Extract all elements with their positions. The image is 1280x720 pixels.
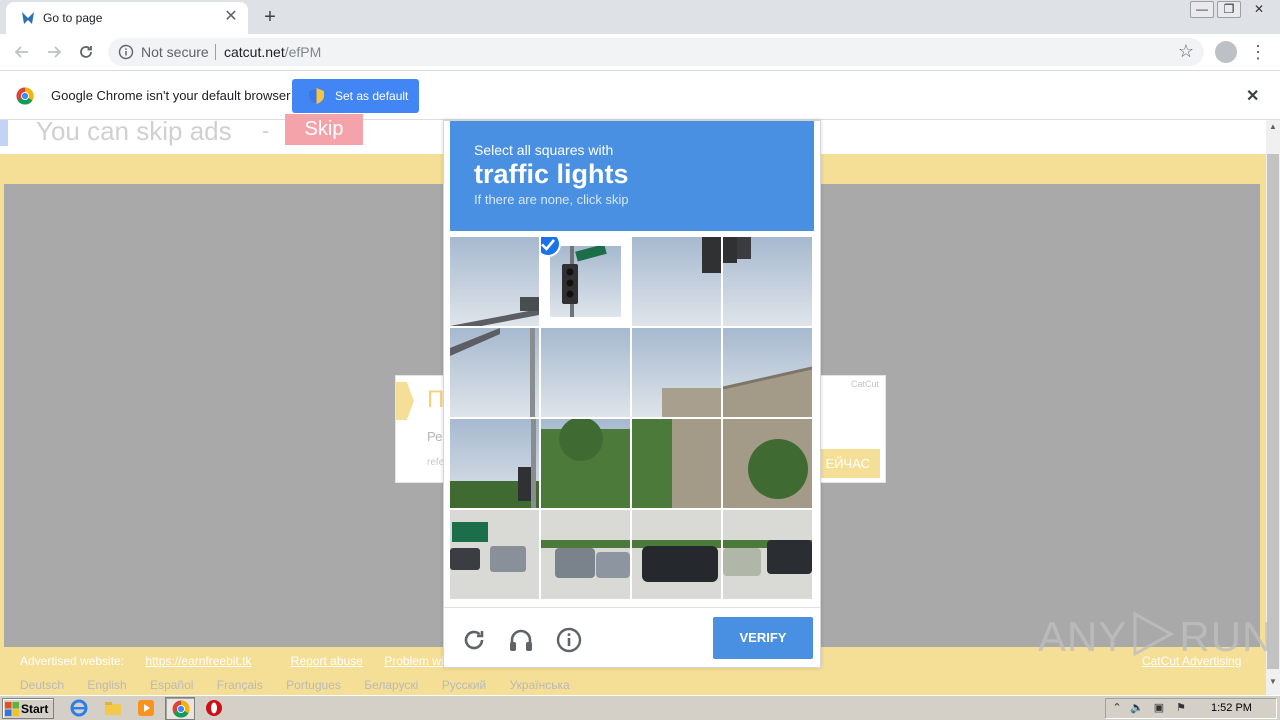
volume-icon[interactable]: 🔈 (1130, 701, 1144, 715)
file-explorer-icon[interactable] (104, 699, 122, 717)
lang-link[interactable]: Русский (442, 678, 487, 692)
advertised-link[interactable]: https://earnfreebit.tk (145, 654, 251, 668)
captcha-target: traffic lights (474, 159, 629, 189)
skip-button[interactable]: Skip (285, 114, 363, 145)
ad-cta-button[interactable]: ЕЙЧАС (816, 449, 880, 478)
captcha-image-grid (450, 237, 813, 600)
tab-close-icon[interactable]: ✕ (222, 8, 240, 26)
scroll-thumb[interactable] (1267, 154, 1279, 669)
page-scrollbar[interactable]: ▲ ▼ (1266, 120, 1280, 695)
ad-brand: CatCut (850, 379, 879, 389)
ad-arrow-icon (396, 382, 414, 420)
skip-ads-text: You can skip ads (36, 116, 232, 146)
not-secure-label: Not secure (141, 44, 209, 60)
lang-link[interactable]: Deutsch (20, 678, 64, 692)
info-icon[interactable] (555, 626, 583, 654)
taskbar-chrome-button[interactable] (165, 697, 195, 720)
window-controls: — ❐ ✕ (1190, 1, 1274, 19)
infobar-close-icon[interactable]: ✕ (1246, 86, 1259, 106)
catcut-favicon-icon (22, 12, 34, 24)
lang-link[interactable]: Українська (510, 678, 570, 692)
taskbar-clock[interactable]: 1:52 PM (1211, 702, 1252, 714)
lang-link[interactable]: Español (150, 678, 193, 692)
internet-explorer-icon[interactable] (70, 699, 88, 717)
chrome-logo-icon (16, 87, 34, 105)
ad-text-line: Ре (427, 429, 443, 444)
start-label: Start (21, 702, 49, 716)
recaptcha-challenge: Select all squares with traffic lights I… (443, 120, 821, 668)
lang-link[interactable]: English (87, 678, 126, 692)
verify-button[interactable]: VERIFY (713, 617, 813, 659)
set-as-default-button[interactable]: Set as default (292, 79, 419, 113)
system-tray: ⌃ 🔈 ▣ ⚑ 1:52 PM (1105, 698, 1277, 719)
start-button[interactable]: Start (2, 698, 54, 719)
info-icon[interactable] (118, 44, 134, 60)
scroll-down-icon[interactable]: ▼ (1266, 677, 1280, 689)
advertised-label: Advertised website: (20, 654, 128, 668)
bookmark-star-icon[interactable]: ☆ (1178, 41, 1194, 62)
windows-logo-icon (5, 702, 19, 716)
ad-heading: П (427, 386, 445, 413)
scroll-up-icon[interactable]: ▲ (1266, 122, 1280, 134)
refresh-icon[interactable] (460, 626, 488, 654)
close-window-button[interactable]: ✕ (1244, 1, 1274, 18)
chrome-taskbar-icon (172, 700, 190, 718)
forward-button[interactable] (42, 40, 66, 64)
infobar-message: Google Chrome isn't your default browser (51, 88, 291, 103)
new-tab-button[interactable]: + (258, 5, 282, 29)
media-player-icon[interactable] (137, 699, 155, 717)
reload-icon (80, 46, 92, 58)
chrome-menu-icon[interactable]: ⋮ (1248, 40, 1268, 64)
watermark-left: ANY (1038, 613, 1128, 660)
lang-link[interactable]: Français (217, 678, 263, 692)
captcha-instruction: Select all squares with (474, 142, 614, 158)
address-bar[interactable]: Not secure catcut.net/efPM ☆ (108, 38, 1204, 66)
audio-challenge-icon[interactable] (507, 626, 535, 654)
profile-avatar-icon[interactable] (1215, 41, 1237, 63)
language-list: Deutsch English Español Français Portugu… (20, 678, 590, 692)
play-logo-icon (1133, 611, 1175, 657)
report-abuse-link[interactable]: Report abuse (291, 654, 363, 668)
set-as-default-label: Set as default (335, 89, 409, 103)
uac-shield-icon (309, 88, 324, 104)
footer-links: Advertised website: https://earnfreebit.… (20, 654, 492, 668)
tray-expand-icon[interactable]: ⌃ (1110, 701, 1124, 715)
action-center-flag-icon[interactable]: ⚑ (1174, 701, 1188, 715)
grid-lines (450, 237, 813, 600)
windows-taskbar: Start ⌃ 🔈 ▣ ⚑ 1:52 PM (0, 695, 1280, 720)
opera-icon[interactable] (205, 699, 223, 717)
tab-go-to-page[interactable]: Go to page ✕ (6, 2, 248, 34)
captcha-footer-divider (444, 607, 820, 608)
url-host: catcut.net (224, 44, 285, 60)
anyrun-watermark: ANY RUN (1038, 611, 1273, 661)
ad-ref-line: refe (427, 457, 445, 468)
minimize-button[interactable]: — (1190, 1, 1214, 18)
back-button[interactable] (10, 40, 34, 64)
url-path: /efPM (284, 44, 322, 60)
lang-link[interactable]: Portugues (286, 678, 341, 692)
network-icon[interactable]: ▣ (1152, 701, 1166, 715)
address-separator (215, 44, 216, 60)
advertised-website: Advertised website: https://earnfreebit.… (20, 654, 269, 668)
lang-link[interactable]: Беларускі (364, 678, 418, 692)
browser-toolbar: Not secure catcut.net/efPM ☆ ⋮ (0, 34, 1280, 70)
captcha-hint: If there are none, click skip (474, 192, 629, 207)
reload-button[interactable] (74, 40, 98, 64)
restore-button[interactable]: ❐ (1217, 1, 1241, 18)
back-arrow-icon (14, 46, 28, 58)
forward-arrow-icon (48, 46, 62, 58)
tab-strip: Go to page ✕ + — ❐ ✕ (0, 0, 1280, 34)
skip-dash: - (262, 118, 270, 143)
tab-title: Go to page (43, 11, 103, 25)
url-text[interactable]: catcut.net/efPM (224, 44, 321, 60)
default-browser-infobar: Google Chrome isn't your default browser… (0, 70, 1280, 120)
skip-bar-accent (0, 120, 8, 146)
captcha-header: Select all squares with traffic lights I… (450, 121, 814, 231)
watermark-right: RUN (1179, 613, 1274, 660)
